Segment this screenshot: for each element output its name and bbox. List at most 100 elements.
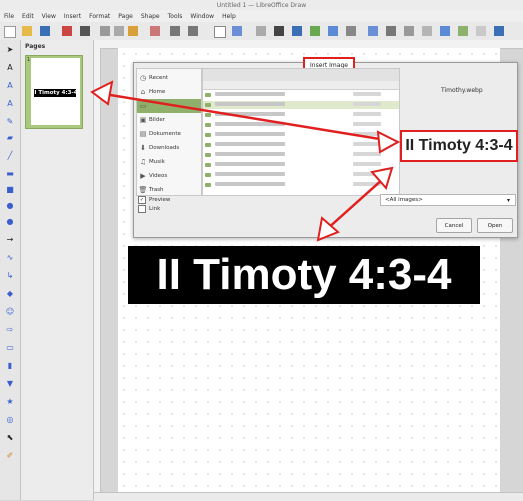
select-arrow-icon[interactable]: ➤ xyxy=(4,44,16,54)
export-pdf-icon[interactable] xyxy=(62,26,72,36)
cancel-button[interactable]: Cancel xyxy=(436,218,472,233)
curve-tool-icon[interactable]: ∿ xyxy=(4,252,16,262)
file-row[interactable] xyxy=(203,151,399,159)
menu-format[interactable]: Format xyxy=(85,13,114,20)
3d-objects-icon[interactable]: ◎ xyxy=(4,414,16,424)
file-row[interactable] xyxy=(203,121,399,129)
text-box-icon[interactable] xyxy=(274,26,284,36)
menu-edit[interactable]: Edit xyxy=(18,13,38,20)
callout-shapes-icon[interactable]: ▼ xyxy=(4,378,16,388)
chevron-down-icon: ▾ xyxy=(507,196,511,204)
menu-shape[interactable]: Shape xyxy=(137,13,164,20)
file-row[interactable] xyxy=(203,101,399,109)
fontwork-icon[interactable] xyxy=(292,26,302,36)
insert-chart-icon[interactable] xyxy=(328,26,338,36)
menu-help[interactable]: Help xyxy=(218,13,240,20)
arrange-icon[interactable] xyxy=(404,26,414,36)
canvas-text-banner[interactable]: II Timoty 4:3-4 xyxy=(128,246,480,304)
rectangle-alt-icon[interactable]: ■ xyxy=(4,184,16,194)
folder-icon xyxy=(205,153,211,157)
place-videos[interactable]: ▶ Videos xyxy=(137,169,201,183)
insert-table-icon[interactable] xyxy=(346,26,356,36)
ellipse-alt-icon[interactable]: ● xyxy=(4,216,16,226)
crop-icon[interactable] xyxy=(440,26,450,36)
connector-tool-icon[interactable]: ↳ xyxy=(4,270,16,280)
place-label: Home xyxy=(149,89,166,95)
save-icon[interactable] xyxy=(40,26,50,36)
file-list[interactable] xyxy=(202,68,400,196)
show-draw-functions-icon[interactable] xyxy=(476,26,486,36)
place-downloads[interactable]: ⬇ Downloads xyxy=(137,141,201,155)
downloads-icon: ⬇ xyxy=(140,144,146,152)
file-row[interactable] xyxy=(203,161,399,169)
stars-icon[interactable]: ★ xyxy=(4,396,16,406)
print-icon[interactable] xyxy=(80,26,90,36)
fontwork-tool-icon[interactable]: A xyxy=(4,80,16,90)
folder-icon xyxy=(205,123,211,127)
menu-tools[interactable]: Tools xyxy=(164,13,187,20)
menu-insert[interactable]: Insert xyxy=(60,13,85,20)
file-row[interactable] xyxy=(203,91,399,99)
ellipse-tool-icon[interactable]: ● xyxy=(4,200,16,210)
path-bar[interactable] xyxy=(203,69,399,81)
redo-icon[interactable] xyxy=(188,26,198,36)
clone-formatting-icon[interactable] xyxy=(150,26,160,36)
points-icon[interactable]: ⬉ xyxy=(4,432,16,442)
file-row[interactable] xyxy=(203,171,399,179)
place-bilder[interactable]: ▣ Bilder xyxy=(137,113,201,127)
place-recent[interactable]: ◷ Recent xyxy=(137,71,201,85)
text-tool-icon[interactable]: A xyxy=(4,62,16,72)
page-thumbnail-preview: II Timoty 4:3-4 xyxy=(31,58,80,125)
menu-file[interactable]: File xyxy=(0,13,18,20)
file-row[interactable] xyxy=(203,181,399,189)
callouts-icon[interactable]: ▮ xyxy=(4,360,16,370)
sidebar-toggle-icon[interactable] xyxy=(494,26,504,36)
glue-points-icon[interactable]: ✐ xyxy=(4,450,16,460)
place-trash[interactable]: 🗑 Trash xyxy=(137,183,201,197)
place-musik[interactable]: ♫ Musik xyxy=(137,155,201,169)
symbol-shapes-icon[interactable]: ☺ xyxy=(4,306,16,316)
grid-icon[interactable] xyxy=(214,26,226,38)
line-color-icon[interactable]: ✎ xyxy=(4,116,16,126)
flowchart-icon[interactable]: ▭ xyxy=(4,342,16,352)
insert-image-icon[interactable] xyxy=(310,26,320,36)
place-home[interactable]: ⌂ Home xyxy=(137,85,201,99)
shadow-icon[interactable] xyxy=(422,26,432,36)
preview-checkbox[interactable]: ✓ Preview xyxy=(138,196,198,204)
paste-icon[interactable] xyxy=(128,26,138,36)
file-row[interactable] xyxy=(203,131,399,139)
block-arrows-icon[interactable]: ⇨ xyxy=(4,324,16,334)
file-row[interactable] xyxy=(203,111,399,119)
page-thumbnail-number: 1 xyxy=(27,57,31,63)
basic-shapes-icon[interactable]: ◆ xyxy=(4,288,16,298)
cut-icon[interactable] xyxy=(100,26,110,36)
folder-icon xyxy=(205,103,211,107)
open-folder-icon[interactable] xyxy=(22,26,32,36)
filter-icon[interactable] xyxy=(458,26,468,36)
file-type-filter[interactable]: <All images> ▾ xyxy=(380,194,516,206)
rectangle-tool-icon[interactable]: ▬ xyxy=(4,168,16,178)
page-thumbnail[interactable]: 1 II Timoty 4:3-4 xyxy=(25,55,83,129)
helplines-icon[interactable] xyxy=(232,26,242,36)
line-tool-icon[interactable]: ╱ xyxy=(4,150,16,160)
arrow-line-icon[interactable]: → xyxy=(4,234,16,244)
align-icon[interactable] xyxy=(386,26,396,36)
place-label: Videos xyxy=(149,173,168,179)
zoom-icon[interactable] xyxy=(256,26,266,36)
new-document-icon[interactable] xyxy=(4,26,16,38)
transformations-icon[interactable] xyxy=(368,26,378,36)
folder-icon xyxy=(205,93,211,97)
link-checkbox[interactable]: Link xyxy=(138,205,198,213)
menu-view[interactable]: View xyxy=(38,13,60,20)
file-row[interactable] xyxy=(203,141,399,149)
text-format-icon[interactable]: A xyxy=(4,98,16,108)
place-dokumente[interactable]: ▤ Dokumente xyxy=(137,127,201,141)
menu-window[interactable]: Window xyxy=(186,13,218,20)
undo-icon[interactable] xyxy=(170,26,180,36)
copy-icon[interactable] xyxy=(114,26,124,36)
menu-page[interactable]: Page xyxy=(114,13,137,20)
place-desktop[interactable]: ▭ xyxy=(137,99,201,113)
fill-color-icon[interactable]: ▰ xyxy=(4,132,16,142)
place-label: Downloads xyxy=(149,145,180,151)
open-button[interactable]: Open xyxy=(477,218,513,233)
